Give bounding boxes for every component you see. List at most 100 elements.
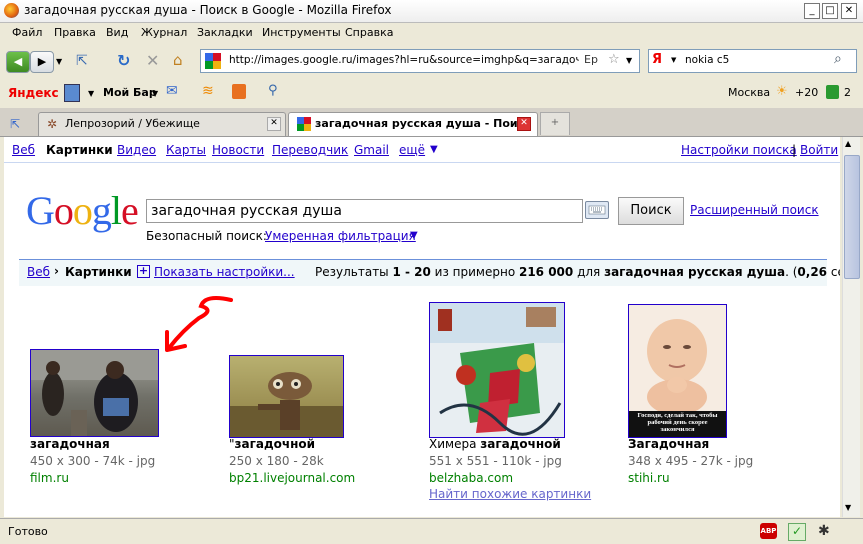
plus-icon[interactable]: + bbox=[137, 265, 150, 278]
bug-icon[interactable]: ✱ bbox=[818, 523, 830, 539]
tab-close-icon[interactable]: ✕ bbox=[517, 117, 531, 131]
result-site[interactable]: stihi.ru bbox=[628, 471, 670, 485]
result-caption[interactable]: загадочная bbox=[30, 437, 110, 451]
close-window-button[interactable]: ✕ bbox=[841, 3, 857, 19]
query-text[interactable]: загадочная русская душа bbox=[151, 203, 342, 219]
result-caption[interactable]: Загадочная bbox=[628, 437, 709, 451]
search-settings-link[interactable]: Настройки поиска bbox=[681, 143, 797, 157]
menu-view[interactable]: Вид bbox=[106, 26, 128, 39]
results-count: 216 000 bbox=[518, 265, 574, 279]
gbar-web[interactable]: Веб bbox=[12, 143, 35, 157]
tab-google-images[interactable]: загадочная русская душа - Пои... ✕ bbox=[288, 112, 538, 136]
signin-link[interactable]: Войти bbox=[800, 143, 838, 157]
search-button[interactable]: Поиск bbox=[618, 197, 684, 225]
tab-list-icon[interactable]: ⇱ bbox=[10, 117, 20, 131]
mail-icon[interactable]: ✉ bbox=[166, 83, 178, 99]
gbar-maps[interactable]: Карты bbox=[166, 143, 206, 157]
rss-icon[interactable]: ≋ bbox=[202, 83, 214, 99]
gbar-images: Картинки bbox=[46, 143, 113, 157]
gbar-video[interactable]: Видео bbox=[117, 143, 156, 157]
menu-file[interactable]: Файл bbox=[12, 26, 42, 39]
counter-label[interactable]: 2 bbox=[844, 86, 851, 99]
tab-label: Лепрозорий / Убежище bbox=[65, 117, 200, 130]
ybar-dropdown-icon[interactable]: ▼ bbox=[88, 89, 94, 98]
gbar-more[interactable]: ещё bbox=[399, 143, 425, 157]
minimize-button[interactable]: _ bbox=[804, 3, 820, 19]
gbar-news[interactable]: Новости bbox=[212, 143, 264, 157]
menu-help[interactable]: Справка bbox=[345, 26, 393, 39]
url-dropdown-icon[interactable]: ▼ bbox=[626, 56, 632, 65]
new-tab-button[interactable]: + bbox=[540, 112, 570, 135]
url-text[interactable]: http://images.google.ru/images?hl=ru&sou… bbox=[229, 54, 579, 66]
bookmark-icon[interactable] bbox=[232, 84, 246, 99]
star-icon[interactable]: ☆ bbox=[608, 52, 620, 67]
page-icon[interactable] bbox=[64, 84, 80, 102]
results-range: 1 - 20 bbox=[392, 265, 431, 279]
stop-icon[interactable]: ✕ bbox=[146, 51, 159, 70]
advanced-search-link[interactable]: Расширенный поиск bbox=[690, 203, 819, 217]
keyboard-icon[interactable] bbox=[585, 201, 609, 219]
address-bar[interactable]: http://images.google.ru/images?hl=ru&sou… bbox=[200, 49, 640, 73]
page-content: Веб Картинки Видео Карты Новости Перевод… bbox=[4, 137, 840, 517]
safe-search-label: Безопасный поиск: bbox=[146, 229, 267, 243]
result-meta: 450 x 300 - 74k - jpg bbox=[30, 454, 156, 468]
forward-button[interactable]: ▶ bbox=[30, 51, 54, 73]
counter-icon bbox=[826, 85, 839, 99]
history-dropdown-icon[interactable]: ▼ bbox=[56, 57, 62, 66]
search-icon[interactable]: ⌕ bbox=[834, 51, 842, 67]
search-box[interactable]: Я ▼ nokia c5 ⌕ bbox=[648, 49, 857, 73]
scroll-up-icon[interactable]: ▲ bbox=[845, 139, 851, 148]
my-bar-label[interactable]: Мой Бар bbox=[103, 86, 157, 99]
check-icon[interactable]: ✓ bbox=[788, 523, 806, 541]
menu-history[interactable]: Журнал bbox=[141, 26, 187, 39]
find-similar-link[interactable]: Найти похожие картинки bbox=[429, 487, 591, 501]
results-web-link[interactable]: Веб bbox=[27, 265, 50, 279]
bookmark-star-icon[interactable]: ⇱ bbox=[76, 53, 88, 69]
result-site[interactable]: bp21.livejournal.com bbox=[229, 471, 355, 485]
reload-icon[interactable]: ↻ bbox=[117, 51, 130, 70]
result-site[interactable]: film.ru bbox=[30, 471, 69, 485]
vertical-scrollbar[interactable]: ▲ ▼ bbox=[842, 137, 860, 517]
safe-search-value[interactable]: Умеренная фильтрация bbox=[265, 229, 416, 243]
scroll-thumb[interactable] bbox=[844, 155, 860, 279]
search-input[interactable]: nokia c5 bbox=[685, 54, 729, 66]
gbar-separator: | bbox=[792, 143, 797, 157]
results-time: 0,26 bbox=[797, 265, 828, 279]
result-thumbnail[interactable]: Господи, сделай так, чтобы рабочий день … bbox=[628, 304, 727, 438]
result-thumbnail[interactable] bbox=[30, 349, 159, 437]
result-site[interactable]: belzhaba.com bbox=[429, 471, 513, 485]
google-logo[interactable]: Google bbox=[26, 187, 139, 234]
tab-close-icon[interactable]: ✕ bbox=[267, 117, 281, 131]
yandex-logo[interactable]: Яндекс bbox=[8, 86, 59, 100]
menu-bookmarks[interactable]: Закладки bbox=[197, 26, 253, 39]
gbar-translate[interactable]: Переводчик bbox=[272, 143, 348, 157]
yandex-icon[interactable]: Я bbox=[652, 52, 668, 69]
adblock-icon[interactable]: ABP bbox=[760, 523, 777, 539]
menu-tools[interactable]: Инструменты bbox=[262, 26, 341, 39]
result-caption[interactable]: Химера загадочной bbox=[429, 437, 561, 451]
home-icon[interactable]: ⌂ bbox=[173, 51, 183, 69]
safe-search-dropdown-icon[interactable]: ▼ bbox=[410, 230, 418, 241]
result-meta: 551 x 551 - 110k - jpg bbox=[429, 454, 562, 468]
menu-bar: Файл Правка Вид Журнал Закладки Инструме… bbox=[0, 22, 863, 42]
translate-icon[interactable]: ⚲ bbox=[268, 83, 278, 98]
back-button[interactable]: ◀ bbox=[6, 51, 30, 73]
tab-leprosorium[interactable]: ✲ Лепрозорий / Убежище ✕ bbox=[38, 112, 286, 136]
result-caption[interactable]: "загадочной bbox=[229, 437, 315, 451]
weather-icon: ☀ bbox=[776, 84, 788, 99]
result-thumbnail[interactable] bbox=[229, 355, 344, 438]
menu-edit[interactable]: Правка bbox=[54, 26, 96, 39]
city-label[interactable]: Москва bbox=[728, 86, 770, 99]
mybar-dropdown-icon[interactable]: ▼ bbox=[152, 89, 158, 98]
tab-label: загадочная русская душа - Пои... bbox=[315, 117, 531, 130]
gbar-gmail[interactable]: Gmail bbox=[354, 143, 389, 157]
result-meta: 348 x 495 - 27k - jpg bbox=[628, 454, 754, 468]
show-settings-link[interactable]: Показать настройки... bbox=[154, 265, 295, 279]
scroll-down-icon[interactable]: ▼ bbox=[845, 503, 851, 512]
temperature-label[interactable]: +20 bbox=[795, 86, 818, 99]
engine-dropdown-icon[interactable]: ▼ bbox=[671, 56, 676, 64]
more-dropdown-icon[interactable]: ▼ bbox=[430, 144, 438, 155]
result-thumbnail[interactable] bbox=[429, 302, 565, 438]
maximize-button[interactable]: □ bbox=[822, 3, 838, 19]
query-input[interactable]: загадочная русская душа bbox=[146, 199, 583, 223]
